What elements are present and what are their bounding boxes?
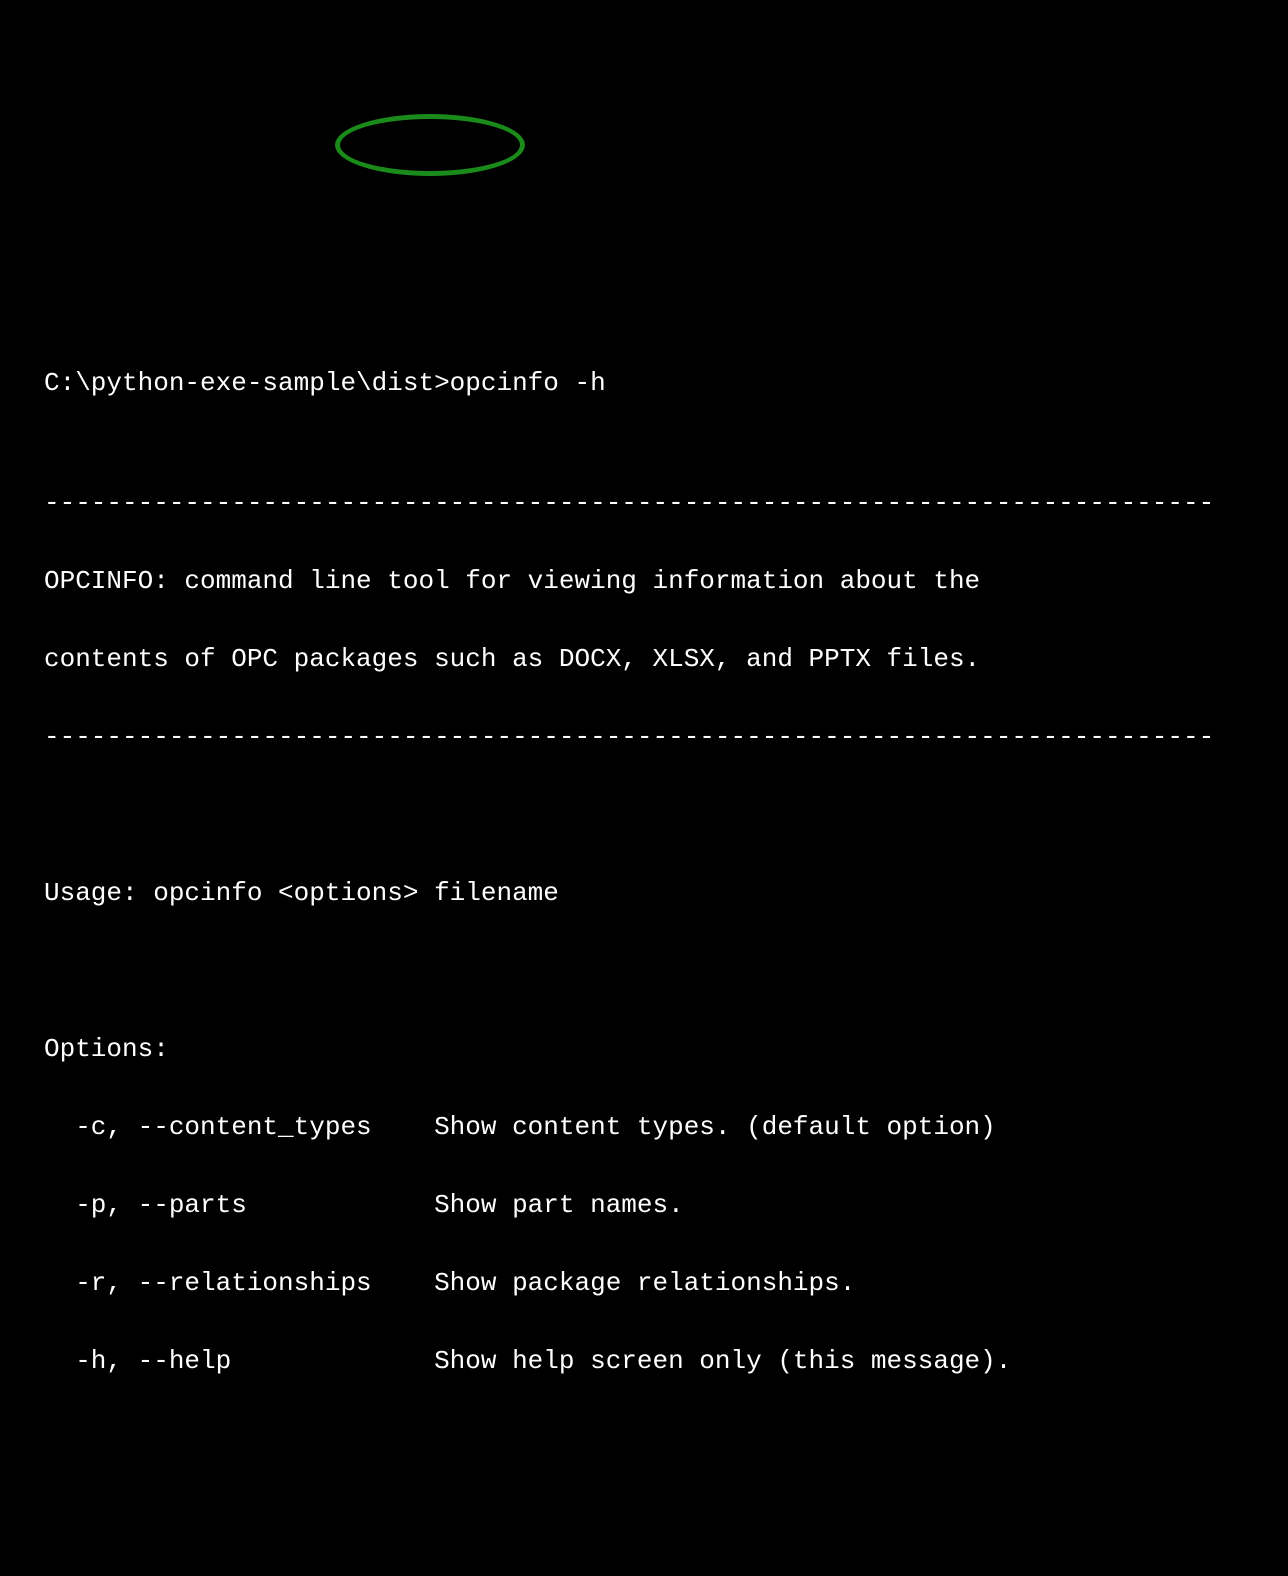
blank-line	[44, 952, 1244, 991]
output-divider-bottom: ----------------------------------------…	[44, 718, 1244, 757]
output-usage: Usage: opcinfo <options> filename	[44, 874, 1244, 913]
option-row: -h, --help Show help screen only (this m…	[44, 1342, 1244, 1381]
entered-command: opcinfo -h	[450, 368, 606, 398]
option-row: -r, --relationships Show package relatio…	[44, 1264, 1244, 1303]
prompt-cwd: C:\python-exe-sample\dist>	[44, 368, 450, 398]
output-divider-top: ----------------------------------------…	[44, 484, 1244, 523]
highlight-annotation	[335, 114, 525, 176]
output-description-2: contents of OPC packages such as DOCX, X…	[44, 640, 1244, 679]
command-prompt-line[interactable]: C:\python-exe-sample\dist>opcinfo -h	[44, 364, 1244, 403]
option-row: -p, --parts Show part names.	[44, 1186, 1244, 1225]
blank-line	[44, 796, 1244, 835]
option-row: -c, --content_types Show content types. …	[44, 1108, 1244, 1147]
output-options-header: Options:	[44, 1030, 1244, 1069]
output-description-1: OPCINFO: command line tool for viewing i…	[44, 562, 1244, 601]
